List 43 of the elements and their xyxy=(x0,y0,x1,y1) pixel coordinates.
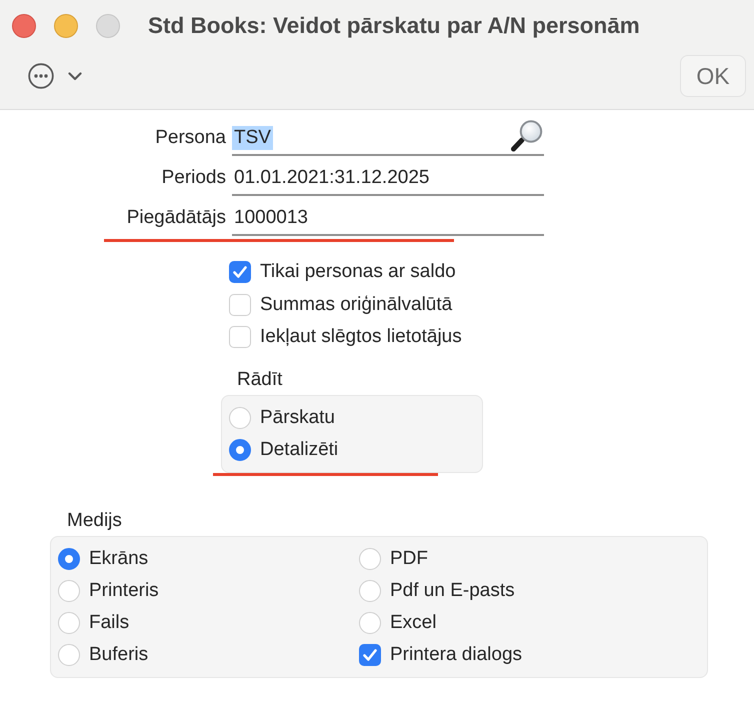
radio-label: Fails xyxy=(89,612,130,634)
radio-label: PDF xyxy=(390,548,428,570)
group-title: Medijs xyxy=(66,508,123,532)
radio-button[interactable] xyxy=(58,612,80,634)
field-label: Periods xyxy=(162,167,226,189)
radio-button[interactable] xyxy=(229,438,251,460)
radio-label: Printeris xyxy=(89,580,159,602)
radio-button[interactable] xyxy=(58,548,80,570)
field-label: Piegādātājs xyxy=(126,207,226,229)
group-title: Rādīt xyxy=(236,368,284,392)
chevron-down-icon[interactable] xyxy=(68,72,82,80)
minimize-button[interactable] xyxy=(54,14,78,38)
radio-label: Ekrāns xyxy=(89,548,148,570)
checkbox[interactable] xyxy=(229,326,251,348)
checkmark-icon xyxy=(233,266,247,278)
radio-button[interactable] xyxy=(359,612,381,634)
window-title: Std Books: Veidot pārskatu par A/N personām xyxy=(148,13,640,39)
field-label: Persona xyxy=(155,127,226,149)
checkbox-label: Tikai personas ar saldo xyxy=(260,261,456,284)
radio-button[interactable] xyxy=(229,406,251,428)
radio-label: Pdf un E-pasts xyxy=(390,580,515,602)
input-field[interactable]: 01.01.2021:31.12.2025 xyxy=(232,161,544,196)
radio-button[interactable] xyxy=(359,548,381,570)
radio-label: Excel xyxy=(390,612,436,634)
checkbox[interactable] xyxy=(229,261,251,284)
close-button[interactable] xyxy=(12,14,36,38)
checkmark-icon xyxy=(363,648,377,660)
radio-button[interactable] xyxy=(359,580,381,602)
radio-label: Detalizēti xyxy=(260,438,338,460)
radio-label: Pārskatu xyxy=(260,406,335,428)
search-icon[interactable] xyxy=(510,118,544,152)
checkbox-label: Summas oriģinālvalūtā xyxy=(260,294,452,316)
input-field[interactable]: TSV xyxy=(232,121,544,156)
input-field[interactable]: 1000013 xyxy=(232,201,544,236)
checkbox[interactable] xyxy=(229,294,251,316)
ok-button[interactable]: OK xyxy=(680,55,746,97)
checkbox-label: Iekļaut slēgtos lietotājus xyxy=(260,326,462,348)
radio-button[interactable] xyxy=(58,580,80,602)
checkbox[interactable] xyxy=(359,644,381,666)
checkbox-label: Printera dialogs xyxy=(390,644,522,666)
radio-label: Buferis xyxy=(89,644,148,666)
more-options-icon[interactable] xyxy=(28,63,54,89)
radio-button[interactable] xyxy=(58,644,80,666)
